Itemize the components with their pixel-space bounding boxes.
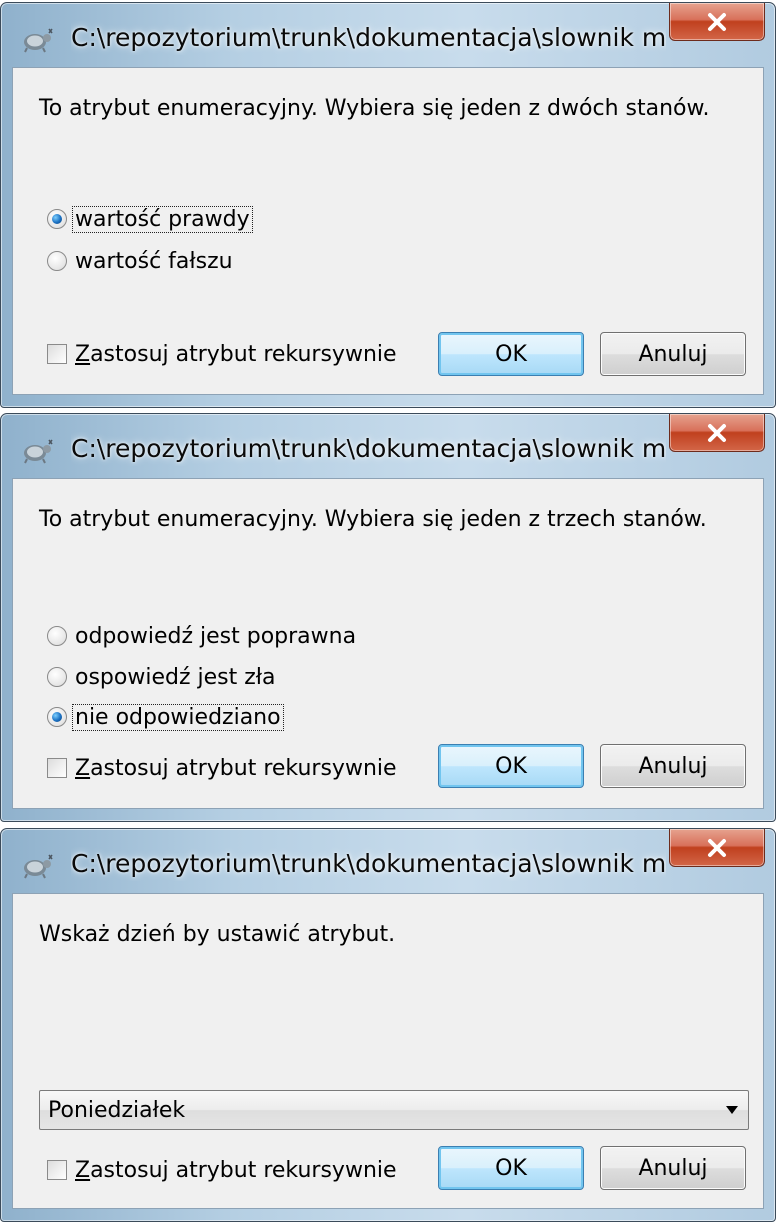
- radio-button[interactable]: [47, 707, 67, 727]
- radio-option-wrong[interactable]: ospowiedź jest zła: [47, 660, 278, 694]
- close-button[interactable]: [669, 414, 765, 452]
- chevron-down-icon[interactable]: [726, 1106, 738, 1114]
- description-text: To atrybut enumeracyjny. Wybiera się jed…: [39, 507, 707, 532]
- radio-label: wartość fałszu: [75, 248, 233, 274]
- dialog-body: Wskaż dzień by ustawić atrybut. Poniedzi…: [12, 893, 764, 1209]
- ok-button[interactable]: OK: [438, 744, 584, 788]
- recursive-checkbox[interactable]: [47, 344, 67, 364]
- dialog-weekday: C:\repozytorium\trunk\dokumentacja\slown…: [0, 828, 776, 1222]
- radio-button[interactable]: [47, 209, 67, 229]
- title-bar[interactable]: C:\repozytorium\trunk\dokumentacja\slown…: [1, 3, 775, 67]
- close-button[interactable]: [669, 829, 765, 867]
- tortoisesvn-icon: [24, 854, 53, 879]
- radio-option-correct[interactable]: odpowiedź jest poprawna: [47, 619, 358, 653]
- recursive-checkbox-row[interactable]: Zastosuj atrybut rekursywnie: [47, 1153, 397, 1187]
- close-icon: [708, 12, 726, 31]
- radio-label: ospowiedź jest zła: [75, 664, 276, 690]
- description-text: To atrybut enumeracyjny. Wybiera się jed…: [39, 96, 710, 121]
- radio-option-unanswered[interactable]: nie odpowiedziano: [47, 700, 284, 734]
- description-text: Wskaż dzień by ustawić atrybut.: [39, 922, 396, 947]
- dialog-body: To atrybut enumeracyjny. Wybiera się jed…: [12, 67, 764, 395]
- window-title: C:\repozytorium\trunk\dokumentacja\slown…: [71, 849, 666, 878]
- ok-button[interactable]: OK: [438, 1146, 584, 1190]
- select-value: Poniedziałek: [48, 1097, 186, 1123]
- dialog-body: To atrybut enumeracyjny. Wybiera się jed…: [12, 478, 764, 809]
- recursive-checkbox-row[interactable]: Zastosuj atrybut rekursywnie: [47, 751, 397, 785]
- tortoisesvn-icon: [24, 439, 53, 464]
- radio-label: wartość prawdy: [72, 205, 253, 233]
- recursive-checkbox[interactable]: [47, 758, 67, 778]
- radio-label: odpowiedź jest poprawna: [75, 623, 357, 649]
- close-icon: [708, 423, 726, 442]
- title-bar[interactable]: C:\repozytorium\trunk\dokumentacja\slown…: [1, 414, 775, 478]
- tortoisesvn-icon: [24, 28, 53, 53]
- cancel-button[interactable]: Anuluj: [600, 332, 746, 376]
- recursive-label: Zastosuj atrybut rekursywnie: [75, 1157, 397, 1183]
- title-bar[interactable]: C:\repozytorium\trunk\dokumentacja\slown…: [1, 829, 775, 893]
- ok-button[interactable]: OK: [438, 332, 584, 376]
- cancel-button[interactable]: Anuluj: [600, 744, 746, 788]
- recursive-label: Zastosuj atrybut rekursywnie: [75, 341, 397, 367]
- radio-button[interactable]: [47, 626, 67, 646]
- close-button[interactable]: [669, 3, 765, 41]
- dialog-boolean: C:\repozytorium\trunk\dokumentacja\slown…: [0, 2, 776, 408]
- radio-label: nie odpowiedziano: [72, 703, 284, 731]
- radio-button[interactable]: [47, 251, 67, 271]
- recursive-label: Zastosuj atrybut rekursywnie: [75, 755, 397, 781]
- radio-option-false[interactable]: wartość fałszu: [47, 244, 235, 278]
- window-title: C:\repozytorium\trunk\dokumentacja\slown…: [71, 23, 666, 52]
- window-title: C:\repozytorium\trunk\dokumentacja\slown…: [71, 434, 666, 463]
- radio-button[interactable]: [47, 667, 67, 687]
- dialog-tristate: C:\repozytorium\trunk\dokumentacja\slown…: [0, 413, 776, 822]
- radio-option-true[interactable]: wartość prawdy: [47, 202, 253, 236]
- recursive-checkbox-row[interactable]: Zastosuj atrybut rekursywnie: [47, 337, 397, 371]
- cancel-button[interactable]: Anuluj: [600, 1146, 746, 1190]
- recursive-checkbox[interactable]: [47, 1160, 67, 1180]
- weekday-select[interactable]: Poniedziałek: [39, 1090, 749, 1130]
- close-icon: [708, 838, 726, 857]
